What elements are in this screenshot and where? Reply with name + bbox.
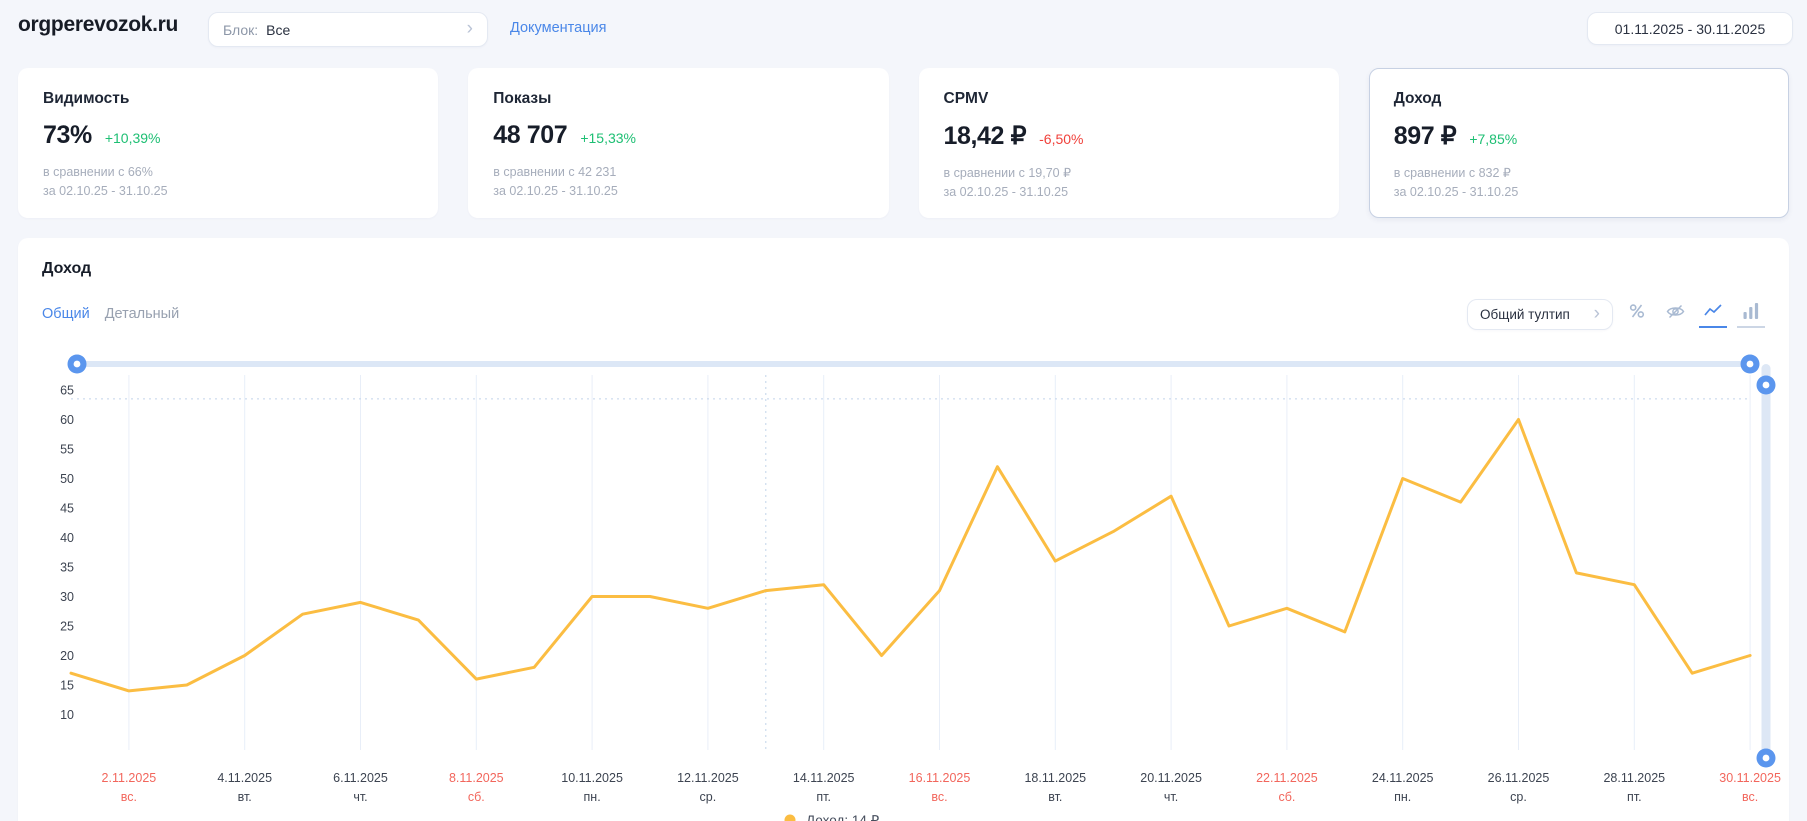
svg-text:15: 15 xyxy=(60,679,74,693)
card-impressions[interactable]: Показы 48 707 +15,33% в сравнении с 42 2… xyxy=(468,68,889,218)
eye-off-icon[interactable] xyxy=(1661,300,1689,328)
chart-legend: Доход: 14 ₽ xyxy=(784,813,880,821)
svg-text:28.11.2025: 28.11.2025 xyxy=(1603,771,1665,785)
chart-title: Доход xyxy=(42,260,92,277)
block-select-value: Все xyxy=(266,21,291,38)
slider-handle-bottom[interactable] xyxy=(1756,748,1776,768)
svg-text:35: 35 xyxy=(60,561,74,575)
card-value: 897 ₽ xyxy=(1393,122,1457,150)
legend-label: Доход: 14 ₽ xyxy=(806,813,880,821)
svg-text:вс.: вс. xyxy=(1742,790,1758,804)
date-range-picker[interactable]: 01.11.2025 - 30.11.2025 xyxy=(1587,12,1793,45)
income-line-chart: 65 60 55 50 45 40 35 30 25 20 15 10 2.11.2025 вс. 4.11… xyxy=(60,354,1781,821)
income-chart-card: Доход Общий Детальный Общий тултип › 65 … xyxy=(18,238,1789,821)
card-delta: -6,50% xyxy=(1039,131,1084,147)
tooltip-mode-select[interactable]: Общий тултип › xyxy=(1467,298,1613,330)
svg-text:ср.: ср. xyxy=(1510,790,1527,804)
tab-detailed[interactable]: Детальный xyxy=(105,306,180,322)
card-title: Доход xyxy=(1393,90,1442,107)
svg-text:30: 30 xyxy=(60,590,74,604)
card-delta: +10,39% xyxy=(104,130,161,146)
bar-chart-icon[interactable] xyxy=(1737,300,1765,328)
card-compare: в сравнении с 832 ₽ за 02.10.25 - 31.10.… xyxy=(1393,166,1519,199)
card-title: Показы xyxy=(493,90,552,107)
card-compare: в сравнении с 42 231 за 02.10.25 - 31.10… xyxy=(493,165,618,198)
card-title: CPMV xyxy=(943,90,989,107)
card-value: 18,42 ₽ xyxy=(943,122,1027,150)
svg-text:чт.: чт. xyxy=(1164,790,1178,804)
card-cpmv[interactable]: CPMV 18,42 ₽ -6,50% в сравнении с 19,70 … xyxy=(918,68,1339,218)
percent-icon[interactable] xyxy=(1623,300,1651,328)
stat-cards-row: Видимость 73% +10,39% в сравнении с 66% … xyxy=(18,68,1789,218)
svg-text:16.11.2025: 16.11.2025 xyxy=(909,771,971,785)
svg-text:65: 65 xyxy=(60,384,74,398)
slider-handle-top[interactable] xyxy=(1756,375,1776,395)
svg-text:вт.: вт. xyxy=(1048,790,1062,804)
card-compare: в сравнении с 66% за 02.10.25 - 31.10.25 xyxy=(43,165,168,198)
card-title: Видимость xyxy=(43,90,130,107)
card-delta: +15,33% xyxy=(580,130,636,146)
slider-handle-left[interactable] xyxy=(67,354,87,374)
svg-text:14.11.2025: 14.11.2025 xyxy=(793,771,855,785)
svg-text:40: 40 xyxy=(60,531,74,545)
card-value: 73% xyxy=(43,121,92,149)
card-value: 48 707 xyxy=(493,121,568,149)
horizontal-range-slider[interactable] xyxy=(67,354,1760,374)
svg-text:вс.: вс. xyxy=(931,790,947,804)
chevron-right-icon: › xyxy=(1593,302,1600,324)
svg-text:пт.: пт. xyxy=(816,790,831,804)
svg-text:8.11.2025: 8.11.2025 xyxy=(449,771,504,785)
svg-text:50: 50 xyxy=(60,472,74,486)
svg-text:2.11.2025: 2.11.2025 xyxy=(102,771,157,785)
card-delta: +7,85% xyxy=(1469,131,1518,147)
svg-text:55: 55 xyxy=(60,443,74,457)
block-select[interactable]: Блок: Все › xyxy=(208,12,488,47)
svg-text:6.11.2025: 6.11.2025 xyxy=(333,771,388,785)
block-select-label: Блок: xyxy=(223,21,259,38)
svg-text:26.11.2025: 26.11.2025 xyxy=(1488,771,1550,785)
svg-text:20.11.2025: 20.11.2025 xyxy=(1140,771,1202,785)
svg-text:сб.: сб. xyxy=(1278,790,1295,804)
card-visibility[interactable]: Видимость 73% +10,39% в сравнении с 66% … xyxy=(18,68,439,218)
svg-text:сб.: сб. xyxy=(468,790,485,804)
site-logo: orgperevozok.ru xyxy=(18,13,179,36)
legend-dot xyxy=(784,814,796,821)
svg-text:18.11.2025: 18.11.2025 xyxy=(1024,771,1086,785)
svg-text:24.11.2025: 24.11.2025 xyxy=(1372,771,1434,785)
vertical-range-slider[interactable] xyxy=(1756,364,1776,768)
date-range-value: 01.11.2025 - 30.11.2025 xyxy=(1614,20,1766,37)
svg-text:пт.: пт. xyxy=(1627,790,1642,804)
svg-text:30.11.2025: 30.11.2025 xyxy=(1719,771,1781,785)
svg-text:60: 60 xyxy=(60,413,74,427)
line-chart-icon[interactable] xyxy=(1699,300,1727,328)
svg-text:10: 10 xyxy=(60,708,74,722)
tooltip-mode-value: Общий тултип xyxy=(1480,306,1570,322)
svg-text:45: 45 xyxy=(60,502,74,516)
svg-text:вс.: вс. xyxy=(121,790,137,804)
svg-text:25: 25 xyxy=(60,620,74,634)
svg-text:ср.: ср. xyxy=(700,790,717,804)
svg-text:пн.: пн. xyxy=(584,790,601,804)
svg-text:22.11.2025: 22.11.2025 xyxy=(1256,771,1318,785)
svg-text:12.11.2025: 12.11.2025 xyxy=(677,771,739,785)
svg-text:4.11.2025: 4.11.2025 xyxy=(217,771,272,785)
svg-text:пн.: пн. xyxy=(1394,790,1411,804)
documentation-link[interactable]: Документация xyxy=(510,20,606,36)
svg-text:10.11.2025: 10.11.2025 xyxy=(561,771,623,785)
chart-tabs: Общий Детальный xyxy=(42,306,179,322)
chart-controls: Общий Детальный Общий тултип › xyxy=(42,298,1765,330)
svg-text:20: 20 xyxy=(60,649,74,663)
card-compare: в сравнении с 19,70 ₽ за 02.10.25 - 31.1… xyxy=(943,166,1072,199)
card-income[interactable]: Доход 897 ₽ +7,85% в сравнении с 832 ₽ з… xyxy=(1368,68,1789,218)
svg-text:чт.: чт. xyxy=(353,790,367,804)
tab-general[interactable]: Общий xyxy=(42,306,90,322)
slider-handle-right[interactable] xyxy=(1740,354,1760,374)
svg-text:вт.: вт. xyxy=(238,790,252,804)
chevron-right-icon: › xyxy=(466,18,473,39)
